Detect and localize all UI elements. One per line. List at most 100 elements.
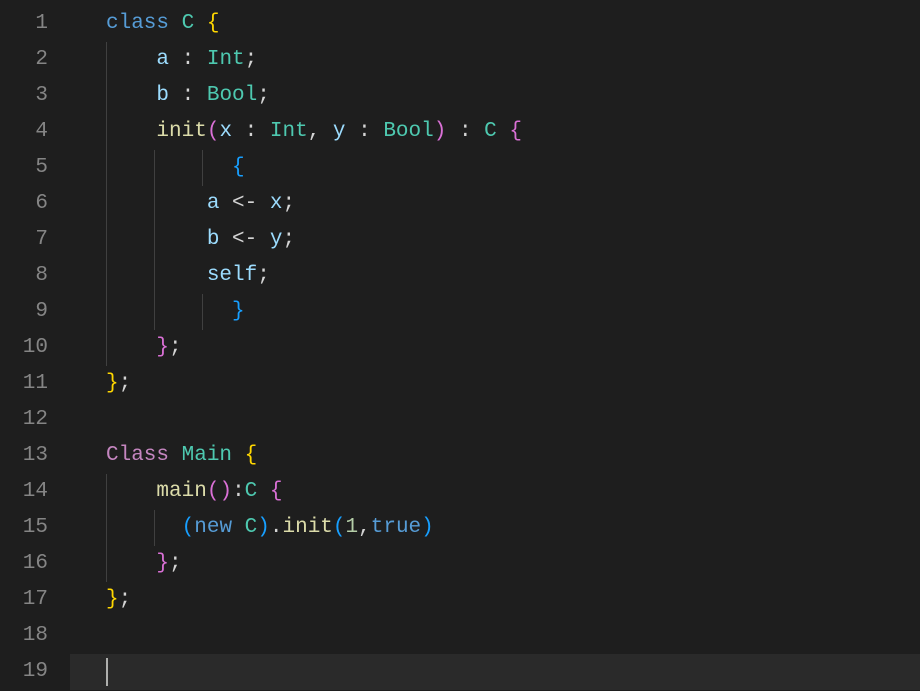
code-token: x: [270, 192, 283, 215]
code-token: y: [333, 120, 346, 143]
code-token: (: [333, 516, 346, 539]
code-token: init: [282, 516, 332, 539]
indent-guide: [106, 150, 107, 186]
indent-guide: [202, 150, 203, 186]
code-token: [169, 12, 182, 35]
code-area[interactable]: class C { a : Int; b : Bool; init(x : In…: [70, 6, 920, 691]
code-line[interactable]: }: [70, 294, 920, 330]
code-token: C: [182, 12, 195, 35]
line-number-gutter: 12345678910111213141516171819: [0, 6, 70, 691]
code-token: [106, 480, 156, 503]
code-line[interactable]: (new C).init(1,true): [70, 510, 920, 546]
line-number: 4: [0, 114, 48, 150]
code-token: {: [232, 156, 245, 179]
indent-guide: [106, 78, 107, 114]
code-token: [106, 192, 207, 215]
code-line[interactable]: [70, 618, 920, 654]
code-line[interactable]: };: [70, 582, 920, 618]
code-line[interactable]: class C {: [70, 6, 920, 42]
code-token: ;: [119, 372, 132, 395]
code-line[interactable]: };: [70, 546, 920, 582]
code-token: [194, 12, 207, 35]
line-number: 19: [0, 654, 48, 690]
code-line[interactable]: b <- y;: [70, 222, 920, 258]
code-token: }: [106, 372, 119, 395]
code-token: :: [232, 480, 245, 503]
code-token: [106, 336, 156, 359]
code-token: [497, 120, 510, 143]
code-token: [106, 552, 156, 575]
code-token: y: [270, 228, 283, 251]
indent-guide: [106, 294, 107, 330]
code-token: 1: [346, 516, 359, 539]
line-number: 10: [0, 330, 48, 366]
code-line[interactable]: {: [70, 150, 920, 186]
code-token: :: [169, 48, 207, 71]
code-token: ;: [282, 228, 295, 251]
indent-guide: [106, 258, 107, 294]
code-line[interactable]: b : Bool;: [70, 78, 920, 114]
text-cursor: [106, 658, 108, 686]
code-token: C: [245, 480, 258, 503]
indent-guide: [154, 510, 155, 546]
code-line[interactable]: a <- x;: [70, 186, 920, 222]
line-number: 8: [0, 258, 48, 294]
code-token: [106, 120, 156, 143]
code-token: }: [232, 300, 245, 323]
code-token: main: [156, 480, 206, 503]
line-number: 5: [0, 150, 48, 186]
code-line[interactable]: Class Main {: [70, 438, 920, 474]
code-token: }: [156, 552, 169, 575]
indent-guide: [154, 258, 155, 294]
code-token: [232, 516, 245, 539]
code-token: :: [446, 120, 484, 143]
code-token: [106, 264, 207, 287]
code-token: [257, 480, 270, 503]
code-line[interactable]: a : Int;: [70, 42, 920, 78]
code-token: ;: [257, 84, 270, 107]
indent-guide: [154, 150, 155, 186]
code-token: [106, 156, 232, 179]
code-line[interactable]: };: [70, 330, 920, 366]
code-token: true: [371, 516, 421, 539]
code-token: (: [207, 120, 220, 143]
code-token: }: [156, 336, 169, 359]
code-line[interactable]: init(x : Int, y : Bool) : C {: [70, 114, 920, 150]
code-token: [106, 228, 207, 251]
indent-guide: [106, 186, 107, 222]
code-line[interactable]: [70, 654, 920, 690]
code-token: (): [207, 480, 232, 503]
code-token: C: [484, 120, 497, 143]
code-token: a: [207, 192, 220, 215]
code-token: a: [156, 48, 169, 71]
line-number: 9: [0, 294, 48, 330]
code-token: ;: [169, 552, 182, 575]
code-token: Bool: [207, 84, 257, 107]
code-line[interactable]: main():C {: [70, 474, 920, 510]
code-token: (: [182, 516, 195, 539]
line-number: 1: [0, 6, 48, 42]
code-token: ): [434, 120, 447, 143]
code-token: {: [245, 444, 258, 467]
code-line[interactable]: };: [70, 366, 920, 402]
indent-guide: [154, 186, 155, 222]
code-token: .: [270, 516, 283, 539]
indent-guide: [202, 294, 203, 330]
code-token: self: [207, 264, 257, 287]
indent-guide: [106, 510, 107, 546]
line-number: 12: [0, 402, 48, 438]
code-token: init: [156, 120, 206, 143]
code-line[interactable]: [70, 402, 920, 438]
indent-guide: [106, 42, 107, 78]
code-token: <-: [219, 228, 269, 251]
line-number: 2: [0, 42, 48, 78]
code-token: :: [232, 120, 270, 143]
code-line[interactable]: self;: [70, 258, 920, 294]
line-number: 14: [0, 474, 48, 510]
code-token: Int: [207, 48, 245, 71]
code-token: ,: [358, 516, 371, 539]
line-number: 15: [0, 510, 48, 546]
indent-guide: [106, 546, 107, 582]
code-editor[interactable]: 12345678910111213141516171819 class C { …: [0, 0, 920, 691]
code-token: {: [270, 480, 283, 503]
